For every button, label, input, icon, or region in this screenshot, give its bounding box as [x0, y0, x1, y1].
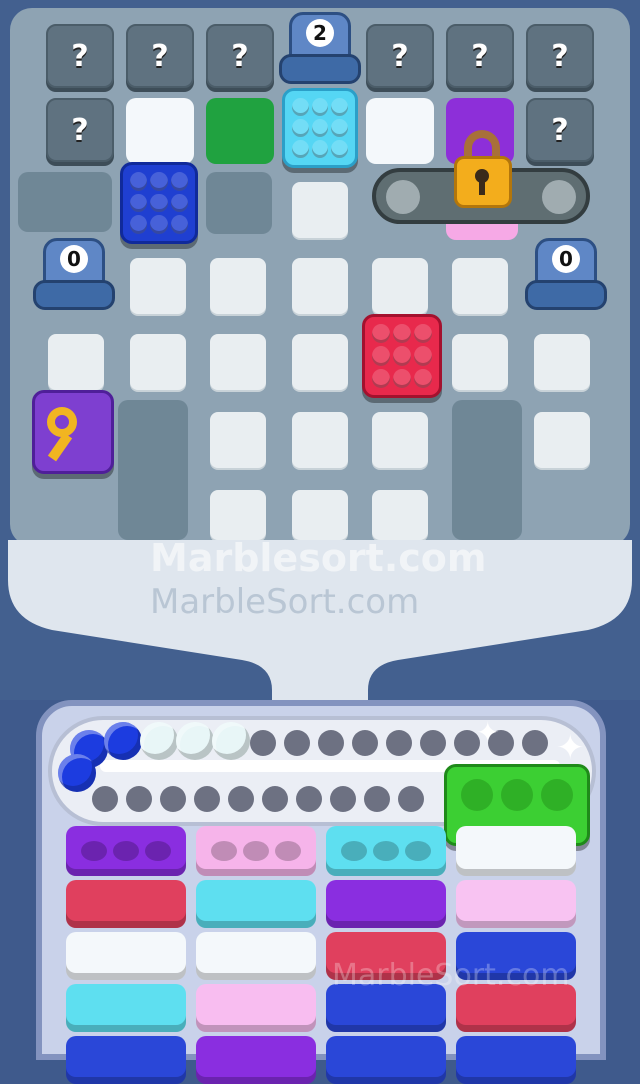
- block-dot: [501, 779, 533, 811]
- empty-cell[interactable]: [292, 412, 348, 468]
- block-red[interactable]: [362, 314, 442, 398]
- empty-cell[interactable]: [48, 334, 104, 390]
- stack-layer: [326, 880, 446, 928]
- empty-cell[interactable]: [292, 258, 348, 314]
- stack-layer: [66, 880, 186, 928]
- mystery-tile[interactable]: ?: [46, 98, 114, 162]
- stack-top: [66, 826, 186, 876]
- stack-layer: [456, 1036, 576, 1084]
- tunnel-count: 0: [552, 245, 580, 273]
- empty-cell[interactable]: [534, 412, 590, 468]
- stack-layer: [196, 932, 316, 980]
- stack-layer: [196, 984, 316, 1032]
- stack-layer: [66, 1036, 186, 1084]
- marble: [176, 722, 214, 760]
- stack-column-2[interactable]: [196, 826, 316, 1084]
- keyhole-slot: [479, 179, 485, 195]
- tunnel-base: [279, 54, 361, 84]
- chain-bolt-icon: [386, 180, 420, 214]
- placed-cell-green: [206, 98, 274, 164]
- marble: [58, 754, 96, 792]
- marble: [212, 722, 250, 760]
- empty-cell[interactable]: [452, 334, 508, 390]
- watermark: MarbleSort.com: [332, 958, 570, 993]
- wall-cell: [206, 172, 272, 234]
- stack-layer: [326, 1036, 446, 1084]
- block-cyan[interactable]: [282, 88, 358, 168]
- chain-bolt-icon: [542, 180, 576, 214]
- empty-cell[interactable]: [210, 412, 266, 468]
- stack-top: [196, 826, 316, 876]
- conveyor-slots-top: [250, 730, 548, 756]
- stack-column-1[interactable]: [66, 826, 186, 1084]
- stack-layer: [196, 880, 316, 928]
- question-mark-icon: ?: [151, 38, 169, 74]
- stack-layer: [456, 880, 576, 928]
- tunnel-right[interactable]: 0: [525, 238, 607, 310]
- wall-cell: [18, 172, 112, 232]
- mystery-tile[interactable]: ?: [366, 24, 434, 88]
- tunnel-left[interactable]: 0: [33, 238, 115, 310]
- mystery-tile[interactable]: ?: [526, 24, 594, 88]
- empty-cell[interactable]: [452, 258, 508, 314]
- question-mark-icon: ?: [391, 38, 409, 74]
- tunnel-count: 2: [306, 19, 334, 47]
- empty-cell[interactable]: [372, 490, 428, 540]
- stack-layer: [66, 932, 186, 980]
- sparkle-icon: ✦: [556, 728, 585, 768]
- stack-layer: [196, 1036, 316, 1084]
- question-mark-icon: ?: [551, 38, 569, 74]
- marble: [104, 722, 142, 760]
- mystery-tile[interactable]: ?: [206, 24, 274, 88]
- question-mark-icon: ?: [231, 38, 249, 74]
- stack-top: [326, 826, 446, 876]
- empty-cell[interactable]: [210, 334, 266, 390]
- marble: [140, 722, 178, 760]
- block-dot: [461, 779, 493, 811]
- empty-cell[interactable]: [130, 258, 186, 314]
- stack-layer: [66, 984, 186, 1032]
- conveyor-slots-bottom: [92, 786, 424, 812]
- sparkle-icon: ✦: [476, 716, 500, 749]
- tunnel-base: [525, 280, 607, 310]
- key-shaft: [47, 432, 73, 462]
- stack-column-3[interactable]: [326, 826, 446, 1084]
- key-block[interactable]: [32, 390, 114, 474]
- empty-cell[interactable]: [210, 490, 266, 540]
- empty-cell[interactable]: [292, 182, 348, 238]
- empty-cell[interactable]: [372, 412, 428, 468]
- placed-cell-white: [366, 98, 434, 164]
- empty-cell[interactable]: [130, 334, 186, 390]
- mystery-tile[interactable]: ?: [46, 24, 114, 88]
- mystery-tile[interactable]: ?: [126, 24, 194, 88]
- question-mark-icon: ?: [471, 38, 489, 74]
- mystery-tile[interactable]: ?: [446, 24, 514, 88]
- stack-top: [456, 826, 576, 876]
- question-mark-icon: ?: [551, 112, 569, 148]
- block-blue[interactable]: [120, 162, 198, 244]
- question-mark-icon: ?: [71, 112, 89, 148]
- empty-cell[interactable]: [210, 258, 266, 314]
- block-dot: [541, 779, 573, 811]
- key-icon: [47, 407, 77, 437]
- stack-column-4[interactable]: [456, 826, 576, 1084]
- empty-cell[interactable]: [534, 334, 590, 390]
- tunnel-top[interactable]: 2: [279, 12, 361, 84]
- empty-cell[interactable]: [292, 334, 348, 390]
- tunnel-count: 0: [60, 245, 88, 273]
- tunnel-base: [33, 280, 115, 310]
- empty-cell[interactable]: [372, 258, 428, 314]
- wall-cell: [452, 400, 522, 540]
- wall-cell: [118, 400, 188, 540]
- mystery-tile[interactable]: ?: [526, 98, 594, 162]
- lock-icon: [454, 156, 512, 208]
- placed-cell-white: [126, 98, 194, 164]
- question-mark-icon: ?: [71, 38, 89, 74]
- watermark: MarbleSort.com: [150, 582, 420, 622]
- watermark: Marblesort.com: [150, 536, 487, 580]
- empty-cell[interactable]: [292, 490, 348, 540]
